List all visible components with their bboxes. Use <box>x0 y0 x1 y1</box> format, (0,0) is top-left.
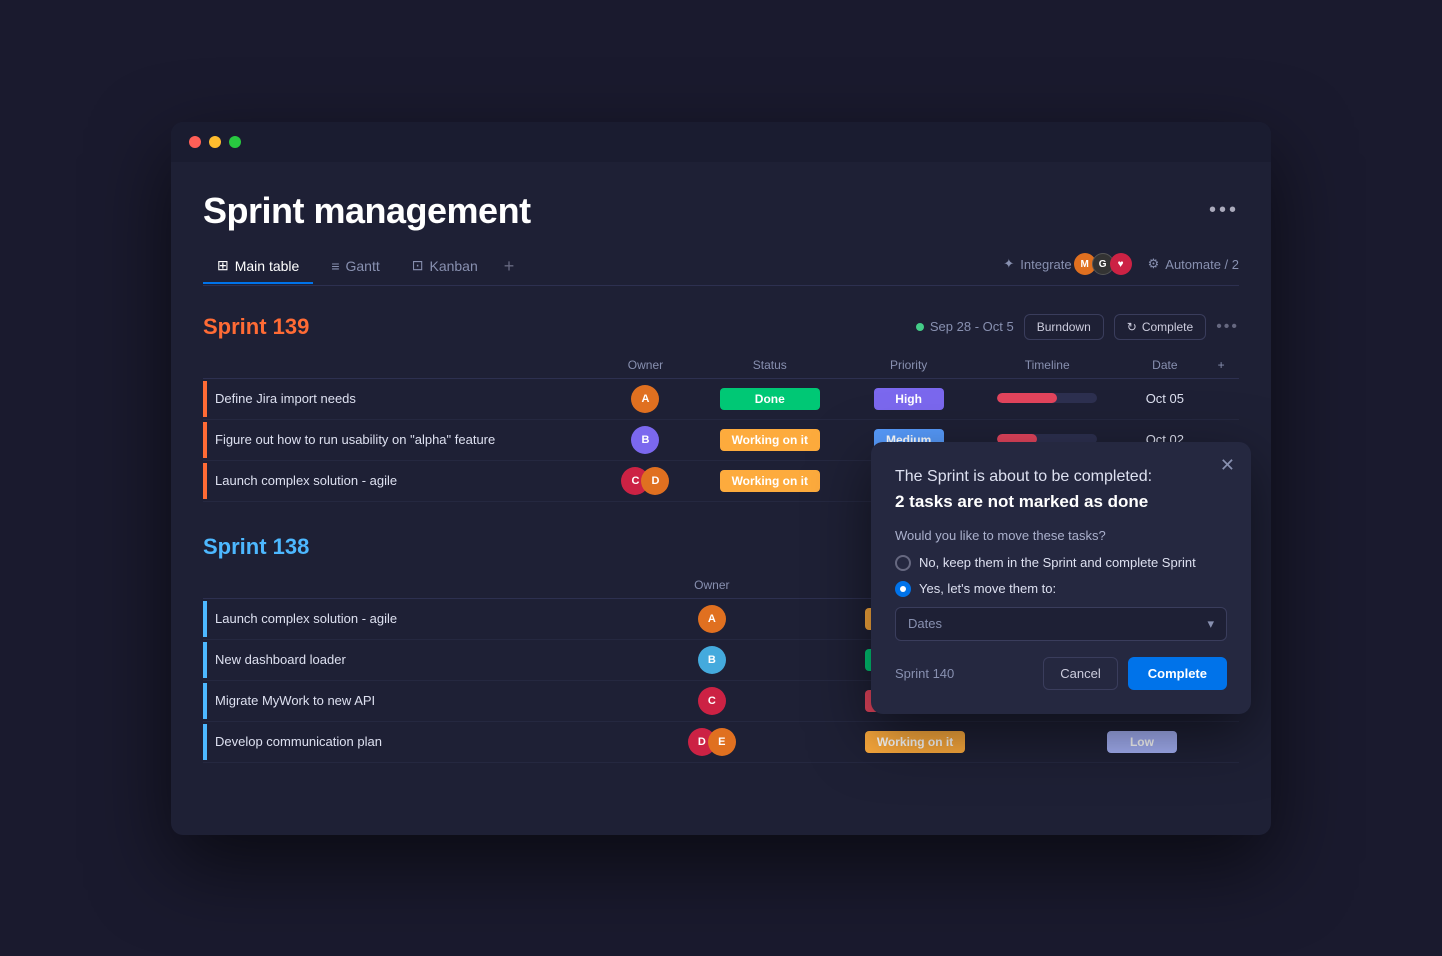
tabs-left: ⊞ Main table ≡ Gantt ⊡ Kanban + <box>203 248 522 285</box>
status-cell: Done <box>690 378 849 419</box>
dialog-subtitle: 2 tasks are not marked as done <box>895 492 1227 512</box>
close-dot[interactable] <box>189 136 201 148</box>
avatar: A <box>631 385 659 413</box>
table-row: Develop communication plan D E Working o… <box>203 721 1239 762</box>
owner-cell: C D <box>601 460 691 501</box>
status-badge: Working on it <box>720 470 820 492</box>
tab-kanban[interactable]: ⊡ Kanban <box>398 249 492 284</box>
dropdown-dates[interactable]: Dates ▾ <box>895 607 1227 641</box>
owner-cell: A <box>601 378 691 419</box>
radio-no[interactable] <box>895 555 911 571</box>
refresh-icon: ↻ <box>1127 320 1137 334</box>
avatar: A <box>698 605 726 633</box>
dialog-title: The Sprint is about to be completed: <box>895 466 1227 488</box>
radio-option-no[interactable]: No, keep them in the Sprint and complete… <box>895 555 1227 571</box>
footer-buttons: Cancel Complete <box>1043 657 1227 690</box>
avatar: B <box>698 646 726 674</box>
add-tab-button[interactable]: + <box>496 248 523 285</box>
dialog-footer: Sprint 140 Cancel Complete <box>895 657 1227 690</box>
owner-cell: B <box>639 639 786 680</box>
table-icon: ⊞ <box>217 257 229 274</box>
complete-button[interactable]: Complete <box>1128 657 1227 690</box>
status-cell: Working on it <box>690 460 849 501</box>
col-owner: Owner <box>601 352 691 379</box>
avatar: C <box>698 687 726 715</box>
sprint-139-more-button[interactable]: ••• <box>1216 318 1239 336</box>
tab-gantt[interactable]: ≡ Gantt <box>317 250 393 284</box>
tabs-right: ✦ Integrate M G ♥ ⚙ Automate / 2 <box>1003 253 1239 279</box>
kanban-icon: ⊡ <box>412 257 424 274</box>
priority-badge: Low <box>1107 731 1177 753</box>
sprint-139-title: Sprint 139 <box>203 314 309 340</box>
task-name: Define Jira import needs <box>207 378 601 419</box>
task-name: Figure out how to run usability on "alph… <box>207 419 601 460</box>
sprint-139-complete-button[interactable]: ↻ Complete <box>1114 314 1206 340</box>
status-cell: Working on it <box>690 419 849 460</box>
integrate-icons: M G ♥ <box>1078 253 1132 275</box>
status-cell: Working on it <box>785 721 1045 762</box>
col-date: Date <box>1126 352 1203 379</box>
cancel-button[interactable]: Cancel <box>1043 657 1117 690</box>
priority-cell: High <box>849 378 968 419</box>
task-name: Launch complex solution - agile <box>207 598 639 639</box>
status-badge: Working on it <box>720 429 820 451</box>
col-owner: Owner <box>639 572 786 599</box>
avatar-app: ♥ <box>1110 253 1132 275</box>
task-name: New dashboard loader <box>207 639 639 680</box>
chevron-down-icon: ▾ <box>1207 616 1214 632</box>
owner-cell: D E <box>639 721 786 762</box>
date-cell: Oct 05 <box>1126 378 1203 419</box>
task-name: Migrate MyWork to new API <box>207 680 639 721</box>
page-title: Sprint management <box>203 190 531 232</box>
owner-cell: C <box>639 680 786 721</box>
owner-cell: B <box>601 419 691 460</box>
priority-badge: High <box>874 388 944 410</box>
integrate-button[interactable]: ✦ Integrate M G ♥ <box>1003 253 1131 275</box>
sprint-138-title: Sprint 138 <box>203 534 309 560</box>
priority-cell: Low <box>1045 721 1239 762</box>
tabs-row: ⊞ Main table ≡ Gantt ⊡ Kanban + ✦ Integr… <box>203 248 1239 286</box>
radio-yes[interactable] <box>895 581 911 597</box>
timeline-cell <box>968 378 1126 419</box>
automate-icon: ⚙ <box>1148 256 1160 272</box>
task-name: Develop communication plan <box>207 721 639 762</box>
col-timeline: Timeline <box>968 352 1126 379</box>
header-more-button[interactable]: ••• <box>1209 199 1239 222</box>
dialog-question: Would you like to move these tasks? <box>895 528 1227 543</box>
integrate-icon: ✦ <box>1003 256 1014 272</box>
page-header: Sprint management ••• <box>203 190 1239 232</box>
owner-cell: A <box>639 598 786 639</box>
burndown-button[interactable]: Burndown <box>1024 314 1104 340</box>
sprint-139-header: Sprint 139 Sep 28 - Oct 5 Burndown ↻ Com… <box>203 314 1239 340</box>
avatar: E <box>708 728 736 756</box>
col-add[interactable]: + <box>1203 352 1239 379</box>
col-task <box>207 572 639 599</box>
sprint-139-date: Sep 28 - Oct 5 <box>916 319 1014 334</box>
maximize-dot[interactable] <box>229 136 241 148</box>
sprint-139-meta: Sep 28 - Oct 5 Burndown ↻ Complete ••• <box>916 314 1239 340</box>
minimize-dot[interactable] <box>209 136 221 148</box>
table-row: Define Jira import needs A Done High <box>203 378 1239 419</box>
avatar: B <box>631 426 659 454</box>
col-status: Status <box>690 352 849 379</box>
titlebar <box>171 122 1271 162</box>
complete-sprint-dialog: ✕ The Sprint is about to be completed: 2… <box>871 442 1251 714</box>
avatar: D <box>641 467 669 495</box>
automate-button[interactable]: ⚙ Automate / 2 <box>1148 256 1239 272</box>
status-badge: Done <box>720 388 820 410</box>
date-dot <box>916 323 924 331</box>
col-task <box>207 352 601 379</box>
radio-option-yes[interactable]: Yes, let's move them to: <box>895 581 1227 597</box>
gantt-icon: ≡ <box>331 258 339 274</box>
timeline-bar <box>997 393 1097 403</box>
tab-main-table[interactable]: ⊞ Main table <box>203 249 313 284</box>
dialog-close-button[interactable]: ✕ <box>1220 456 1235 474</box>
col-priority: Priority <box>849 352 968 379</box>
task-name: Launch complex solution - agile <box>207 460 601 501</box>
sprint-140-label: Sprint 140 <box>895 666 954 681</box>
status-badge: Working on it <box>865 731 965 753</box>
main-window: Sprint management ••• ⊞ Main table ≡ Gan… <box>171 122 1271 835</box>
